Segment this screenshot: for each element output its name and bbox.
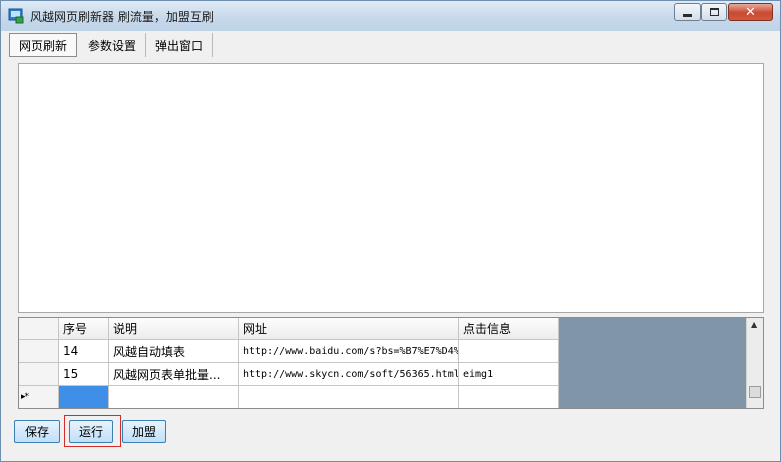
new-row-marker[interactable]: ▸*	[19, 386, 59, 408]
row-selector[interactable]	[19, 340, 59, 363]
column-header-no[interactable]: 序号	[59, 318, 109, 340]
maximize-button[interactable]	[701, 3, 727, 21]
app-window: 风越网页刷新器 刷流量，加盟互刷 ✕ 网页刷新 参数设置 弹出窗口 序号 说明 …	[0, 0, 781, 462]
cell-url[interactable]	[239, 386, 459, 408]
maximize-icon	[709, 8, 719, 16]
cell-no-current[interactable]	[59, 386, 109, 408]
column-header-description[interactable]: 说明	[109, 318, 239, 340]
close-icon: ✕	[745, 4, 756, 20]
tab-bar: 网页刷新 参数设置 弹出窗口	[9, 33, 214, 57]
cell-click-info[interactable]	[459, 340, 559, 363]
close-button[interactable]: ✕	[728, 3, 773, 21]
cell-click-info[interactable]	[459, 386, 559, 408]
scroll-up-icon[interactable]: ▲	[751, 320, 757, 329]
browser-view[interactable]	[18, 63, 764, 313]
minimize-icon	[683, 13, 692, 17]
title-bar[interactable]: 风越网页刷新器 刷流量，加盟互刷 ✕	[1, 1, 780, 31]
window-title: 风越网页刷新器 刷流量，加盟互刷	[30, 10, 214, 24]
tab-popup-windows[interactable]: 弹出窗口	[146, 33, 214, 57]
row-selector[interactable]	[19, 363, 59, 386]
cell-description[interactable]: 风越自动填表	[109, 340, 239, 363]
column-header-click-info[interactable]: 点击信息	[459, 318, 559, 340]
grid-table: 序号 说明 网址 点击信息 14 风越自动填表 http://www.baidu…	[19, 318, 559, 408]
row-selector-header[interactable]	[19, 318, 59, 340]
run-button[interactable]: 运行	[69, 420, 113, 443]
cell-url[interactable]: http://www.skycn.com/soft/56365.html	[239, 363, 459, 386]
new-row[interactable]: ▸*	[19, 386, 559, 408]
cell-description[interactable]: 风越网页表单批量...	[109, 363, 239, 386]
tab-settings[interactable]: 参数设置	[79, 33, 147, 57]
cell-click-info[interactable]: eimg1	[459, 363, 559, 386]
vertical-scrollbar[interactable]: ▲	[746, 318, 763, 408]
new-row-icon: ▸*	[21, 392, 29, 402]
cell-no[interactable]: 14	[59, 340, 109, 363]
save-button[interactable]: 保存	[14, 420, 60, 443]
scroll-thumb[interactable]	[749, 386, 761, 398]
cell-no[interactable]: 15	[59, 363, 109, 386]
cell-url[interactable]: http://www.baidu.com/s?bs=%B7%E7%D4%	[239, 340, 459, 363]
table-row[interactable]: 15 风越网页表单批量... http://www.skycn.com/soft…	[19, 363, 559, 386]
app-icon	[8, 8, 24, 24]
url-grid[interactable]: 序号 说明 网址 点击信息 14 风越自动填表 http://www.baidu…	[18, 317, 764, 409]
grid-header-row: 序号 说明 网址 点击信息	[19, 318, 559, 340]
table-row[interactable]: 14 风越自动填表 http://www.baidu.com/s?bs=%B7%…	[19, 340, 559, 363]
cell-description[interactable]	[109, 386, 239, 408]
tab-web-refresh[interactable]: 网页刷新	[9, 33, 78, 57]
column-header-url[interactable]: 网址	[239, 318, 459, 340]
minimize-button[interactable]	[674, 3, 701, 21]
join-button[interactable]: 加盟	[122, 420, 166, 443]
